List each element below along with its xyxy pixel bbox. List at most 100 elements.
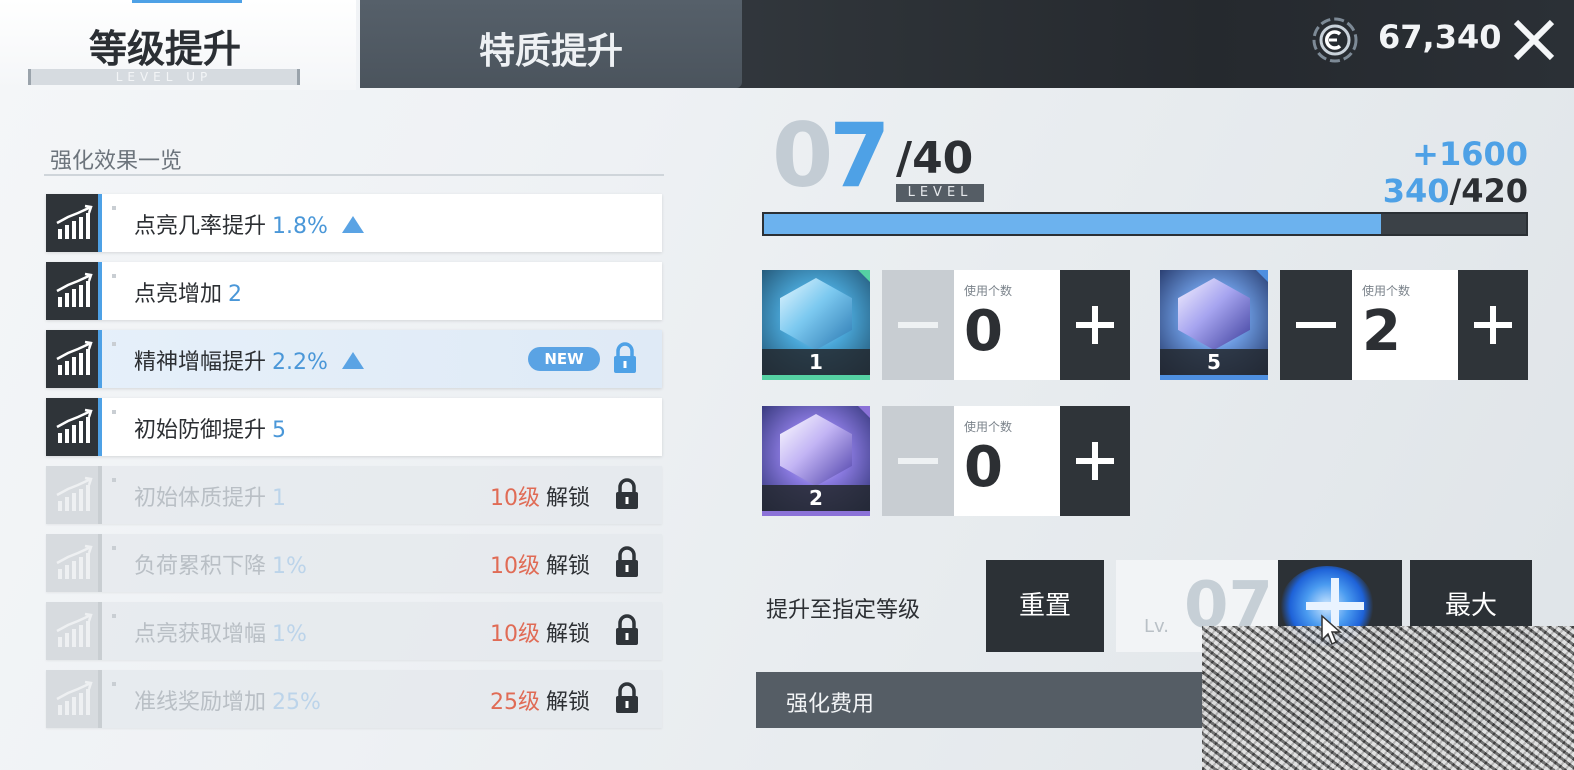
exp-progress-fill bbox=[764, 214, 1382, 234]
material-count: 1 bbox=[762, 349, 870, 375]
effect-row[interactable]: 准线奖励增加 25% 25级 解锁 bbox=[46, 670, 662, 728]
decrease-button[interactable] bbox=[882, 406, 954, 516]
target-level-prefix: Lv. bbox=[1144, 616, 1170, 637]
level-tag: LEVEL bbox=[896, 184, 984, 202]
material-count: 5 bbox=[1160, 349, 1268, 375]
use-count-value: 0 bbox=[964, 435, 1003, 500]
bar-chart-icon bbox=[46, 670, 102, 728]
row-marker bbox=[112, 342, 116, 346]
effect-row[interactable]: 点亮增加 2 bbox=[46, 262, 662, 320]
row-marker bbox=[112, 478, 116, 482]
cost-label: 强化费用 bbox=[786, 692, 875, 717]
crystal-icon bbox=[1178, 278, 1250, 350]
current-level-digit-1: 7 bbox=[829, 104, 890, 207]
use-count-field[interactable]: 使用个数 0 bbox=[954, 406, 1060, 516]
use-count-label: 使用个数 bbox=[964, 284, 1013, 298]
effect-value: 1% bbox=[272, 622, 307, 647]
exp-progress-bar bbox=[762, 212, 1528, 236]
exp-gain: +1600 bbox=[1412, 135, 1528, 173]
effect-name-text: 点亮增加 bbox=[134, 282, 223, 307]
increase-button[interactable] bbox=[1458, 270, 1528, 380]
reset-button[interactable]: 重置 bbox=[986, 560, 1104, 652]
unlock-level: 10级 bbox=[490, 486, 540, 511]
effect-name: 精神增幅提升 2.2% bbox=[134, 344, 364, 376]
exp-current: 340 bbox=[1382, 172, 1450, 210]
row-marker bbox=[112, 274, 116, 278]
lock-icon bbox=[614, 682, 640, 714]
max-level: /40 bbox=[896, 133, 974, 184]
effect-row[interactable]: 初始体质提升 1 10级 解锁 bbox=[46, 466, 662, 524]
unlock-text: 解锁 bbox=[546, 690, 591, 715]
material-item: 1 使用个数 0 bbox=[762, 270, 1130, 382]
increase-arrow-icon bbox=[341, 216, 364, 233]
current-level-digit-0: 0 bbox=[772, 104, 833, 207]
new-badge: NEW bbox=[528, 347, 600, 371]
material-item: 2 使用个数 0 bbox=[762, 406, 1130, 518]
decrease-button[interactable] bbox=[1280, 270, 1352, 380]
close-icon[interactable] bbox=[1510, 16, 1558, 64]
effect-name: 初始防御提升 5 bbox=[134, 412, 286, 444]
effect-value: 2.2% bbox=[272, 350, 328, 375]
effect-row[interactable]: 负荷累积下降 1% 10级 解锁 bbox=[46, 534, 662, 592]
material-thumb[interactable]: 1 bbox=[762, 270, 870, 380]
increase-button[interactable] bbox=[1060, 270, 1130, 380]
increase-button[interactable] bbox=[1060, 406, 1130, 516]
effect-value: 1% bbox=[272, 554, 307, 579]
decrease-button[interactable] bbox=[882, 270, 954, 380]
row-marker bbox=[112, 546, 116, 550]
currency-icon bbox=[1312, 17, 1358, 63]
use-count-field[interactable]: 使用个数 2 bbox=[1352, 270, 1458, 380]
effect-row[interactable]: 点亮获取增幅 1% 10级 解锁 bbox=[46, 602, 662, 660]
unlock-text: 解锁 bbox=[546, 622, 591, 647]
use-count-field[interactable]: 使用个数 0 bbox=[954, 270, 1060, 380]
effect-row[interactable]: 精神增幅提升 2.2% NEW bbox=[46, 330, 662, 388]
bar-chart-icon bbox=[46, 602, 102, 660]
exp-ratio: 340/420 bbox=[1340, 172, 1528, 210]
material-item: 5 使用个数 2 bbox=[1160, 270, 1528, 382]
unlock-text: 解锁 bbox=[546, 554, 591, 579]
unlock-requirement: 10级 解锁 bbox=[490, 480, 590, 512]
increase-arrow-icon bbox=[341, 352, 364, 369]
lock-icon bbox=[614, 546, 640, 578]
bar-chart-icon bbox=[46, 194, 102, 252]
bar-chart-icon bbox=[46, 466, 102, 524]
effect-name-text: 精神增幅提升 bbox=[134, 350, 267, 375]
effect-name: 准线奖励增加 25% bbox=[134, 684, 321, 716]
use-count-value: 2 bbox=[1362, 299, 1401, 364]
use-count-label: 使用个数 bbox=[964, 420, 1013, 434]
unlock-requirement: 25级 解锁 bbox=[490, 684, 590, 716]
effect-name: 初始体质提升 1 bbox=[134, 480, 286, 512]
tab-trait-up-label: 特质提升 bbox=[478, 30, 623, 72]
row-marker bbox=[112, 682, 116, 686]
currency-amount: 67,340 bbox=[1378, 18, 1502, 56]
effect-row[interactable]: 初始防御提升 5 bbox=[46, 398, 662, 456]
effect-row[interactable]: 点亮几率提升 1.8% bbox=[46, 194, 662, 252]
effect-name: 负荷累积下降 1% bbox=[134, 548, 307, 580]
effect-value: 25% bbox=[272, 690, 321, 715]
tab-trait-up[interactable]: 特质提升 bbox=[360, 0, 742, 88]
current-level: 07 bbox=[772, 112, 890, 200]
effects-divider bbox=[44, 174, 664, 176]
bar-chart-icon bbox=[46, 534, 102, 592]
unlock-level: 10级 bbox=[490, 622, 540, 647]
exp-total: /420 bbox=[1449, 172, 1528, 210]
crystal-icon bbox=[780, 278, 852, 350]
bar-chart-icon bbox=[46, 398, 102, 456]
effects-title: 强化效果一览 bbox=[50, 149, 183, 174]
effect-name-text: 点亮获取增幅 bbox=[134, 622, 267, 647]
effect-name: 点亮增加 2 bbox=[134, 276, 242, 308]
unlock-requirement: 10级 解锁 bbox=[490, 616, 590, 648]
material-thumb[interactable]: 5 bbox=[1160, 270, 1268, 380]
effect-name-text: 准线奖励增加 bbox=[134, 690, 267, 715]
tab-level-up-label: 等级提升 bbox=[88, 26, 241, 71]
effect-value: 5 bbox=[272, 418, 287, 443]
goto-level-label: 提升至指定等级 bbox=[766, 598, 921, 623]
material-count: 2 bbox=[762, 485, 870, 511]
effect-value: 2 bbox=[228, 282, 243, 307]
tab-level-up[interactable]: 等级提升 LEVEL UP bbox=[0, 0, 356, 90]
lock-icon bbox=[614, 614, 640, 646]
unlock-level: 10级 bbox=[490, 554, 540, 579]
material-thumb[interactable]: 2 bbox=[762, 406, 870, 516]
effect-value: 1.8% bbox=[272, 214, 328, 239]
bar-chart-icon bbox=[46, 330, 102, 388]
